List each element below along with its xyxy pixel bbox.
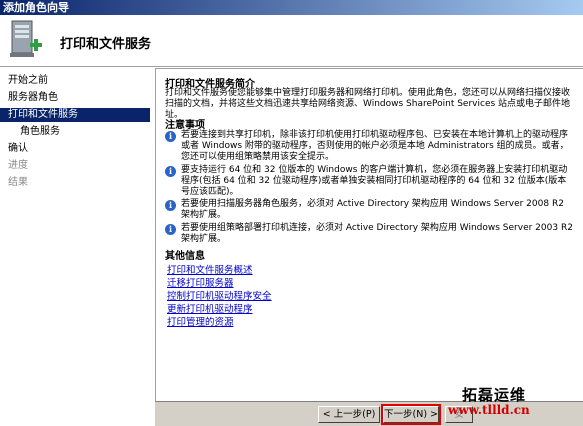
sidebar-item-results: 结果 [8, 177, 28, 188]
link-driver-security[interactable]: 控制打印机驱动程序安全 [167, 288, 272, 302]
info-icon: i [165, 224, 176, 235]
sidebar-item-print-file-services[interactable]: 打印和文件服务 [0, 108, 150, 122]
notes-heading: 注意事项 [165, 120, 205, 131]
sidebar-item-progress: 进度 [8, 160, 28, 171]
sidebar-item-server-roles[interactable]: 服务器角色 [8, 91, 148, 105]
sidebar-item-confirmation[interactable]: 确认 [8, 142, 148, 156]
page-title: 打印和文件服务 [60, 37, 152, 52]
more-info-heading: 其他信息 [165, 251, 205, 262]
link-migrate-print-server[interactable]: 迁移打印服务器 [167, 275, 234, 289]
info-icon: i [165, 166, 176, 177]
watermark-text: 拓磊运维 [462, 386, 527, 404]
next-button[interactable]: 下一步(N) > [381, 404, 441, 425]
note-text: 要支持运行 64 位和 32 位版本的 Windows 的客户端计算机，您必须在… [181, 165, 568, 197]
note-text: 若要使用扫描服务器角色服务，必须对 Active Directory 架构应用 … [181, 199, 564, 220]
watermark-url: www.tllld.cn [448, 403, 530, 417]
previous-button[interactable]: < 上一步(P) [318, 406, 380, 423]
info-icon: i [165, 131, 176, 142]
sidebar-item-role-services[interactable]: 角色服务 [20, 125, 148, 139]
note-text: 若要使用组策略部署打印机连接，必须对 Active Directory 架构应用… [181, 223, 573, 244]
window-title: 添加角色向导 [3, 1, 69, 14]
wizard-header: 打印和文件服务 [0, 15, 583, 67]
link-overview[interactable]: 打印和文件服务概述 [167, 262, 253, 276]
content-pane: 打印和文件服务简介 打印和文件服务使您能够集中管理打印服务器和网络打印机。使用此… [155, 68, 583, 406]
wizard-sidebar: 开始之前 服务器角色 打印和文件服务 角色服务 确认 进度 结果 [0, 68, 150, 408]
intro-text: 打印和文件服务使您能够集中管理打印服务器和网络打印机。使用此角色，您还可以从网络… [165, 88, 571, 120]
note-text: 若要连接到共享打印机，除非该打印机使用打印机驱动程序包、已安装在本地计算机上的驱… [181, 130, 569, 162]
window-titlebar: 添加角色向导 [0, 0, 583, 15]
sidebar-item-before-you-begin[interactable]: 开始之前 [8, 74, 148, 88]
info-icon: i [165, 200, 176, 211]
link-print-management-resources[interactable]: 打印管理的资源 [167, 314, 234, 328]
server-add-icon [6, 19, 46, 61]
link-update-drivers[interactable]: 更新打印机驱动程序 [167, 301, 253, 315]
